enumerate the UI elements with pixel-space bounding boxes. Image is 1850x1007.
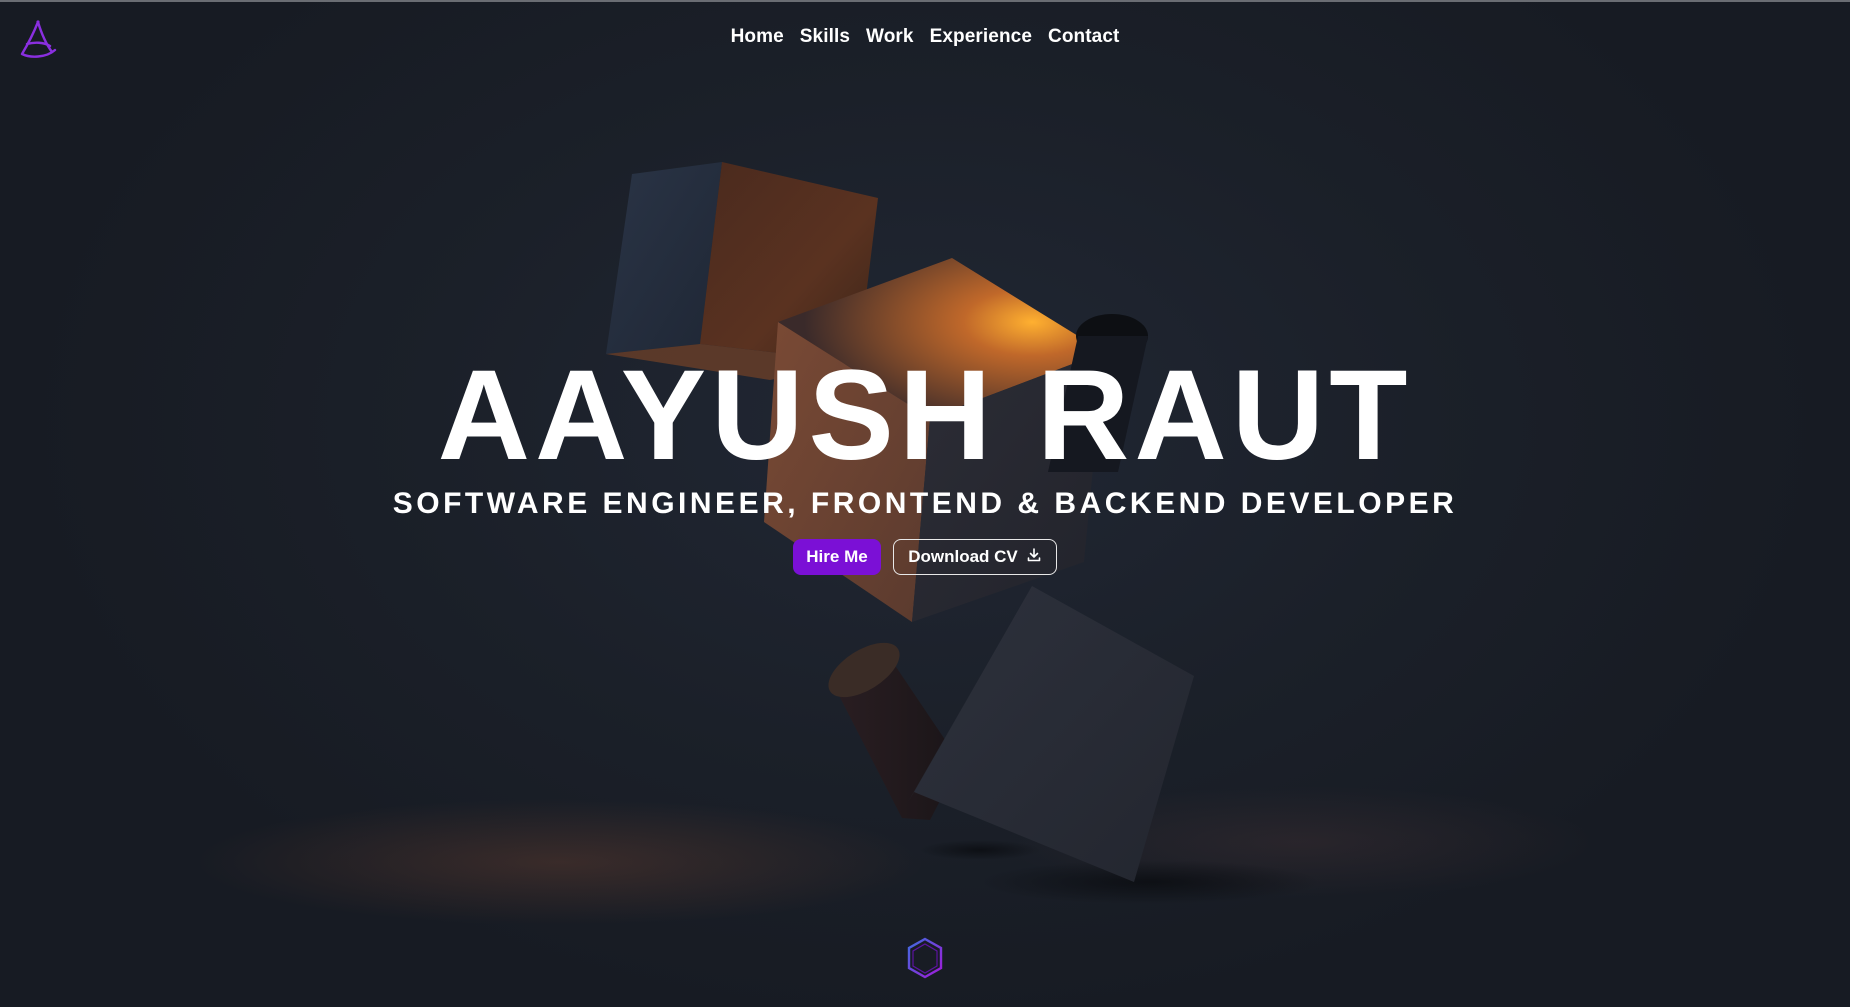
hexagon-icon[interactable]	[906, 937, 944, 981]
nav-item-skills[interactable]: Skills	[800, 26, 850, 48]
nav-item-work[interactable]: Work	[866, 26, 914, 48]
hire-me-label: Hire Me	[806, 547, 868, 566]
nav-item-home[interactable]: Home	[731, 26, 784, 48]
hero-actions: Hire Me Download CV	[0, 539, 1850, 575]
page: Home Skills Work Experience Contact AAYU…	[0, 0, 1850, 1007]
download-cv-button[interactable]: Download CV	[893, 539, 1057, 575]
nav-item-contact[interactable]: Contact	[1048, 26, 1119, 48]
hire-me-button[interactable]: Hire Me	[793, 539, 881, 575]
download-cv-label: Download CV	[908, 547, 1018, 566]
nav-item-experience[interactable]: Experience	[930, 26, 1032, 48]
main-nav: Home Skills Work Experience Contact	[0, 26, 1850, 48]
download-icon	[1026, 547, 1042, 568]
hero-title: AAYUSH RAUT	[437, 344, 1413, 487]
hero-subtitle: SOFTWARE ENGINEER, FRONTEND & BACKEND DE…	[392, 487, 1458, 520]
